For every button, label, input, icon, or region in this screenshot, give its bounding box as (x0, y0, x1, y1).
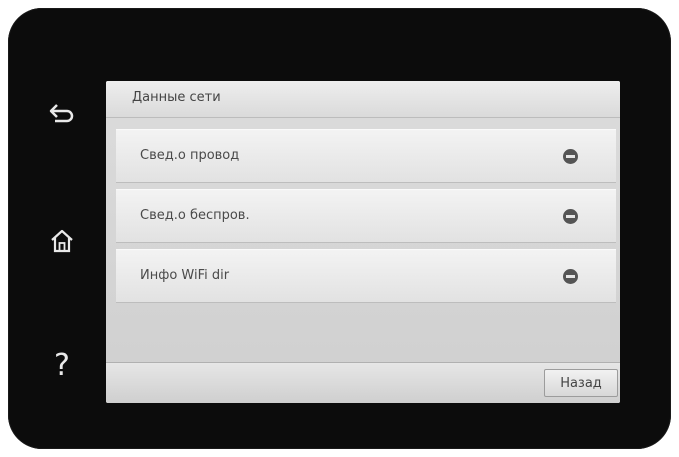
back-button[interactable]: Назад (544, 369, 618, 397)
lcd-screen: Данные сети Свед.о провод Свед.о беспров… (106, 81, 620, 403)
help-icon[interactable]: ? (44, 348, 80, 384)
menu-item-label: Инфо WiFi dir (140, 268, 230, 283)
menu-item-wifi-direct-info[interactable]: Инфо WiFi dir (116, 249, 616, 303)
minus-icon (563, 149, 578, 164)
screen-header: Данные сети (106, 81, 620, 118)
page-title: Данные сети (132, 90, 221, 105)
screen-footer: Назад (106, 362, 620, 403)
menu-list: Свед.о провод Свед.о беспров. Инфо WiFi … (116, 129, 616, 309)
minus-icon (563, 209, 578, 224)
menu-item-wired-info[interactable]: Свед.о провод (116, 129, 616, 183)
menu-item-label: Свед.о провод (140, 148, 240, 163)
printer-control-panel: ? Данные сети Свед.о провод Свед.о беспр… (8, 8, 671, 449)
menu-item-wireless-info[interactable]: Свед.о беспров. (116, 189, 616, 243)
back-arrow-icon[interactable] (44, 95, 80, 131)
minus-icon (563, 269, 578, 284)
home-icon[interactable] (44, 223, 80, 259)
menu-item-label: Свед.о беспров. (140, 208, 250, 223)
